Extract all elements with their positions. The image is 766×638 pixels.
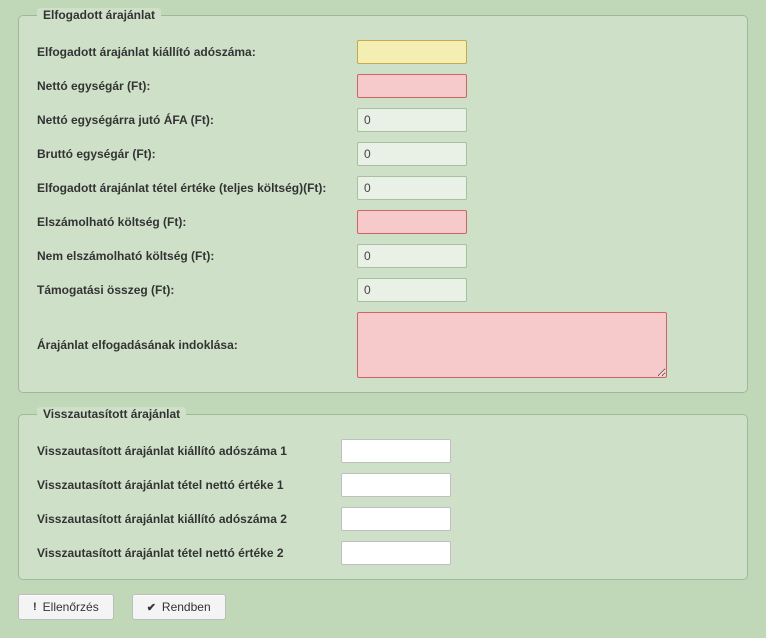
row-net-unit: Nettó egységár (Ft): xyxy=(37,74,733,98)
row-item-total: Elfogadott árajánlat tétel értéke (telje… xyxy=(37,176,733,200)
label-item-total: Elfogadott árajánlat tétel értéke (telje… xyxy=(37,181,357,195)
check-icon: ✔ xyxy=(147,601,156,614)
row-eligible-cost: Elszámolható költség (Ft): xyxy=(37,210,733,234)
label-rejected-net2: Visszautasított árajánlat tétel nettó ér… xyxy=(37,546,341,560)
input-net-unit[interactable] xyxy=(357,74,467,98)
label-tax-number: Elfogadott árajánlat kiállító adószáma: xyxy=(37,45,357,59)
input-justification[interactable] xyxy=(357,312,667,378)
row-rejected-net2: Visszautasított árajánlat tétel nettó ér… xyxy=(37,541,733,565)
label-rejected-tax2: Visszautasított árajánlat kiállító adósz… xyxy=(37,512,341,526)
row-rejected-tax2: Visszautasított árajánlat kiállító adósz… xyxy=(37,507,733,531)
accepted-quote-group: Elfogadott árajánlat Elfogadott árajánla… xyxy=(18,8,748,393)
input-rejected-net2[interactable] xyxy=(341,541,451,565)
label-non-eligible-cost: Nem elszámolható költség (Ft): xyxy=(37,249,357,263)
row-non-eligible-cost: Nem elszámolható költség (Ft): xyxy=(37,244,733,268)
check-button-label: Ellenőrzés xyxy=(43,600,99,614)
label-gross-unit: Bruttó egységár (Ft): xyxy=(37,147,357,161)
label-rejected-net1: Visszautasított árajánlat tétel nettó ér… xyxy=(37,478,341,492)
ok-button[interactable]: ✔ Rendben xyxy=(132,594,226,620)
input-rejected-tax1[interactable] xyxy=(341,439,451,463)
label-eligible-cost: Elszámolható költség (Ft): xyxy=(37,215,357,229)
accepted-legend: Elfogadott árajánlat xyxy=(37,8,161,22)
input-net-vat[interactable] xyxy=(357,108,467,132)
input-rejected-net1[interactable] xyxy=(341,473,451,497)
row-justification: Árajánlat elfogadásának indoklása: xyxy=(37,312,733,378)
label-grant-amount: Támogatási összeg (Ft): xyxy=(37,283,357,297)
rejected-legend: Visszautasított árajánlat xyxy=(37,407,186,421)
check-button[interactable]: ! Ellenőrzés xyxy=(18,594,114,620)
ok-button-label: Rendben xyxy=(162,600,211,614)
label-justification: Árajánlat elfogadásának indoklása: xyxy=(37,338,357,352)
input-item-total[interactable] xyxy=(357,176,467,200)
label-net-unit: Nettó egységár (Ft): xyxy=(37,79,357,93)
input-rejected-tax2[interactable] xyxy=(341,507,451,531)
input-tax-number[interactable] xyxy=(357,40,467,64)
button-row: ! Ellenőrzés ✔ Rendben xyxy=(18,594,748,620)
input-non-eligible-cost[interactable] xyxy=(357,244,467,268)
input-gross-unit[interactable] xyxy=(357,142,467,166)
input-grant-amount[interactable] xyxy=(357,278,467,302)
row-net-vat: Nettó egységárra jutó ÁFA (Ft): xyxy=(37,108,733,132)
rejected-quote-group: Visszautasított árajánlat Visszautasítot… xyxy=(18,407,748,580)
label-rejected-tax1: Visszautasított árajánlat kiállító adósz… xyxy=(37,444,341,458)
row-rejected-net1: Visszautasított árajánlat tétel nettó ér… xyxy=(37,473,733,497)
row-tax-number: Elfogadott árajánlat kiállító adószáma: xyxy=(37,40,733,64)
input-eligible-cost[interactable] xyxy=(357,210,467,234)
label-net-vat: Nettó egységárra jutó ÁFA (Ft): xyxy=(37,113,357,127)
exclamation-icon: ! xyxy=(33,601,37,613)
row-grant-amount: Támogatási összeg (Ft): xyxy=(37,278,733,302)
row-rejected-tax1: Visszautasított árajánlat kiállító adósz… xyxy=(37,439,733,463)
row-gross-unit: Bruttó egységár (Ft): xyxy=(37,142,733,166)
